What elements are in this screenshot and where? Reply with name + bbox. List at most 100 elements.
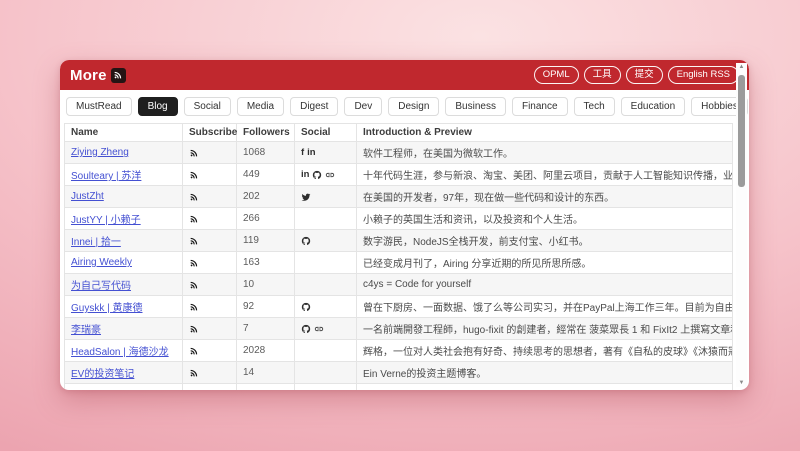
header-button-0[interactable]: OPML — [534, 66, 579, 85]
rss-icon[interactable] — [189, 280, 199, 290]
table-row: Soulteary | 苏洋449in十年代码生涯，参与新浪、淘宝、美团、阿里云… — [65, 164, 733, 186]
cell-followers: 119 — [237, 230, 295, 252]
app-header: More OPML 工具提交 English RSS — [60, 60, 749, 90]
cell-introduction: Ein Verne的日本主题博客。 — [357, 384, 733, 391]
cell-social: fin — [295, 142, 357, 164]
tab-blog[interactable]: Blog — [138, 97, 178, 116]
cell-introduction: 软件工程师，在美国为微软工作。 — [357, 142, 733, 164]
cell-introduction: 数字游民，NodeJS全栈开发，前支付宝、小红书。 — [357, 230, 733, 252]
tab-tech[interactable]: Tech — [574, 97, 615, 116]
page-background: More OPML 工具提交 English RSS MustRead Blog Soc… — [0, 0, 800, 451]
header-button-2[interactable]: 提交 — [626, 66, 663, 85]
tab-finance[interactable]: Finance — [512, 97, 568, 116]
rss-icon[interactable] — [189, 148, 199, 158]
cell-followers: 202 — [237, 186, 295, 208]
cell-followers: 163 — [237, 252, 295, 274]
scroll-up-icon[interactable]: ▲ — [739, 63, 745, 71]
table-row: JustZht 202 在美国的开发者，97年，现在做一些代码和设计的东西。 — [65, 186, 733, 208]
github-icon[interactable] — [301, 236, 311, 246]
table-row: EV的投资笔记14Ein Verne的投资主题博客。 — [65, 362, 733, 384]
blog-name-link[interactable]: HeadSalon | 海德沙龙 — [71, 347, 169, 358]
link-icon[interactable] — [314, 324, 324, 334]
rss-icon[interactable] — [189, 170, 199, 180]
rss-icon[interactable] — [189, 302, 199, 312]
column-social: Social — [295, 124, 357, 142]
facebook-icon[interactable]: f — [301, 148, 304, 158]
blog-name-link[interactable]: Soulteary | 苏洋 — [71, 171, 141, 182]
tab-education[interactable]: Education — [621, 97, 685, 116]
twitter-icon[interactable] — [301, 192, 311, 202]
cell-subscribe — [183, 142, 237, 164]
cell-followers: 14 — [237, 362, 295, 384]
table-row: JustYY | 小赖子266小赖子的英国生活和资讯，以及投资和个人生活。 — [65, 208, 733, 230]
blog-name-link[interactable]: 李瑞豪 — [71, 325, 101, 336]
cell-social: in — [295, 164, 357, 186]
github-icon[interactable] — [301, 324, 311, 334]
cell-followers: 1068 — [237, 142, 295, 164]
linkedin-icon[interactable]: in — [301, 170, 309, 180]
header-button-3[interactable]: English RSS — [668, 66, 739, 85]
cell-name: 李瑞豪 — [65, 318, 183, 340]
blog-name-link[interactable]: Ziying Zheng — [71, 147, 129, 158]
table-row: 为自己写代码10c4ys = Code for yourself — [65, 274, 733, 296]
rss-icon — [111, 68, 126, 83]
cell-social — [295, 186, 357, 208]
blog-name-link[interactable]: JustZht — [71, 191, 104, 202]
tab-mustread[interactable]: MustRead — [66, 97, 132, 116]
brand-logo[interactable]: More — [70, 67, 126, 84]
cell-followers: 7 — [237, 318, 295, 340]
blog-table: Name Subscribe Followers Social Introduc… — [64, 123, 733, 390]
social-icons: fin — [301, 148, 350, 158]
rss-icon[interactable] — [189, 214, 199, 224]
tab-digest[interactable]: Digest — [290, 97, 338, 116]
scroll-down-icon[interactable]: ▼ — [739, 379, 745, 387]
cell-social — [295, 230, 357, 252]
cell-subscribe — [183, 186, 237, 208]
cell-subscribe — [183, 208, 237, 230]
cell-subscribe — [183, 230, 237, 252]
blog-name-link[interactable]: JustYY | 小赖子 — [71, 215, 141, 226]
blog-name-link[interactable]: EV的投资笔记 — [71, 369, 134, 380]
cell-social — [295, 252, 357, 274]
table-row: Airing Weekly163已经变成月刊了，Airing 分享近期的所见所思… — [65, 252, 733, 274]
cell-subscribe — [183, 318, 237, 340]
blog-name-link[interactable]: Innei | 拾一 — [71, 237, 121, 248]
github-icon[interactable] — [301, 302, 311, 312]
tab-social[interactable]: Social — [184, 97, 231, 116]
cell-social — [295, 362, 357, 384]
linkedin-icon[interactable]: in — [307, 148, 315, 158]
tab-business[interactable]: Business — [445, 97, 506, 116]
rss-icon[interactable] — [189, 258, 199, 268]
scroll-thumb[interactable] — [738, 75, 745, 187]
tab-design[interactable]: Design — [388, 97, 439, 116]
rss-icon[interactable] — [189, 192, 199, 202]
cell-followers: 266 — [237, 208, 295, 230]
scroll-track[interactable] — [736, 71, 747, 379]
rss-icon[interactable] — [189, 368, 199, 378]
column-subscribe: Subscribe — [183, 124, 237, 142]
social-icons — [301, 302, 350, 312]
tab-media[interactable]: Media — [237, 97, 284, 116]
brand-name: More — [70, 67, 107, 84]
cell-introduction: 在美国的开发者，97年，现在做一些代码和设计的东西。 — [357, 186, 733, 208]
rss-icon[interactable] — [189, 390, 199, 391]
cell-name: Airing Weekly — [65, 252, 183, 274]
social-icons — [301, 236, 350, 246]
blog-name-link[interactable]: Airing Weekly — [71, 257, 132, 268]
rss-icon[interactable] — [189, 346, 199, 356]
header-button-1[interactable]: 工具 — [584, 66, 621, 85]
table-row: 李瑞豪7一名前端開發工程師，hugo-fixit 的創建者，經常在 菠菜眾長 1… — [65, 318, 733, 340]
link-icon[interactable] — [325, 170, 335, 180]
github-icon[interactable] — [312, 170, 322, 180]
blog-name-link[interactable]: 为自己写代码 — [71, 281, 131, 292]
rss-icon[interactable] — [189, 324, 199, 334]
rss-icon[interactable] — [189, 236, 199, 246]
cell-followers: 92 — [237, 296, 295, 318]
cell-followers: 1 — [237, 384, 295, 391]
blog-name-link[interactable]: Guyskk | 黄康德 — [71, 303, 143, 314]
cell-name: Ziying Zheng — [65, 142, 183, 164]
cell-introduction: 曾在下厨房、一面数据、饿了么等公司实习，并在PayPal上海工作三年。目前为自由… — [357, 296, 733, 318]
tab-dev[interactable]: Dev — [344, 97, 382, 116]
scrollbar[interactable]: ▲ ▼ — [736, 63, 747, 387]
column-followers: Followers — [237, 124, 295, 142]
